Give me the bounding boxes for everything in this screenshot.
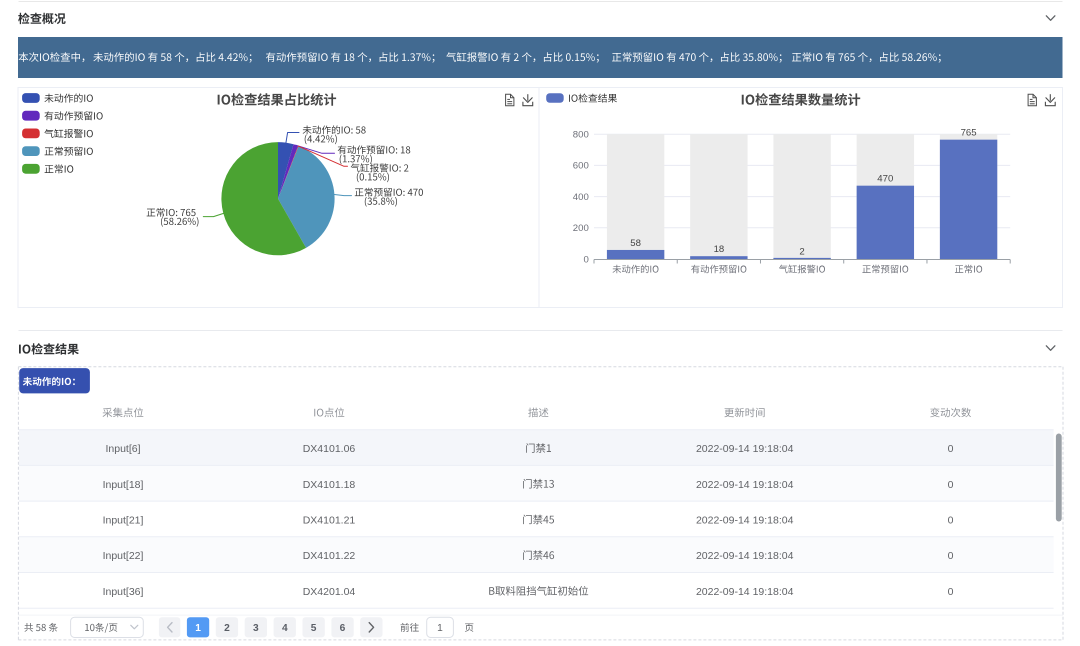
svg-text:DX4201.04: DX4201.04 <box>303 586 356 598</box>
svg-text:0: 0 <box>948 443 954 455</box>
svg-text:DX4101.22: DX4101.22 <box>303 550 356 562</box>
svg-text:600: 600 <box>573 161 589 172</box>
svg-text:58: 58 <box>630 238 641 249</box>
svg-text:Input[21]: Input[21] <box>103 515 144 527</box>
svg-text:0: 0 <box>948 586 954 598</box>
svg-text:DX4101.21: DX4101.21 <box>303 515 356 527</box>
svg-text:Input[6]: Input[6] <box>105 443 140 455</box>
svg-text:1: 1 <box>195 623 201 634</box>
svg-text:2022-09-14 19:18:04: 2022-09-14 19:18:04 <box>696 443 794 455</box>
svg-text:DX4101.06: DX4101.06 <box>303 443 356 455</box>
svg-text:2022-09-14 19:18:04: 2022-09-14 19:18:04 <box>696 550 794 562</box>
svg-text:6: 6 <box>340 623 346 634</box>
svg-text:1: 1 <box>437 623 443 634</box>
svg-text:765: 765 <box>961 128 977 139</box>
svg-text:18: 18 <box>714 244 725 255</box>
svg-text:0: 0 <box>583 254 588 265</box>
svg-text:2: 2 <box>224 623 230 634</box>
svg-text:2022-09-14 19:18:04: 2022-09-14 19:18:04 <box>696 586 794 598</box>
svg-text:5: 5 <box>311 623 317 634</box>
svg-text:2022-09-14 19:18:04: 2022-09-14 19:18:04 <box>696 479 794 491</box>
svg-text:4: 4 <box>282 623 288 634</box>
svg-text:0: 0 <box>948 479 954 491</box>
svg-text:Input[22]: Input[22] <box>103 550 144 562</box>
svg-text:DX4101.18: DX4101.18 <box>303 479 356 491</box>
svg-text:0: 0 <box>948 550 954 562</box>
svg-text:3: 3 <box>253 623 259 634</box>
svg-text:2: 2 <box>799 247 804 258</box>
svg-text:400: 400 <box>573 192 589 203</box>
svg-text:2022-09-14 19:18:04: 2022-09-14 19:18:04 <box>696 515 794 527</box>
svg-text:800: 800 <box>573 130 589 141</box>
svg-text:Input[18]: Input[18] <box>103 479 144 491</box>
svg-text:200: 200 <box>573 223 589 234</box>
svg-text:470: 470 <box>877 174 893 185</box>
svg-text:0: 0 <box>948 515 954 527</box>
svg-text:Input[36]: Input[36] <box>103 586 144 598</box>
